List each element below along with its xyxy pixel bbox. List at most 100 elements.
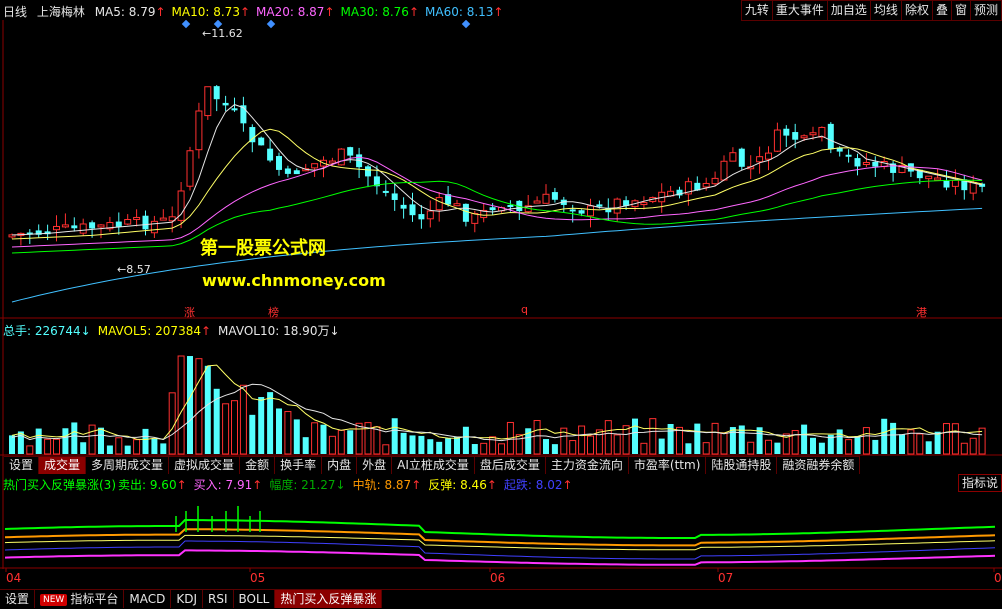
- volume-legend-item-2: MAVOL5: 207384↑: [97, 324, 212, 338]
- volume-bar: [551, 444, 558, 454]
- indicator-tab-5[interactable]: 金额: [240, 457, 276, 474]
- candle: [462, 203, 469, 227]
- volume-legend: 总手: 226744↓ MAVOL5: 207384↑ MAVOL10: 18.90…: [3, 322, 347, 339]
- indicator-tab-10[interactable]: 盘后成交量: [475, 457, 546, 474]
- candle: [337, 148, 345, 166]
- candle: [97, 223, 105, 239]
- volume-bar: [862, 427, 870, 455]
- mavol10-line: [11, 383, 983, 442]
- indicator-tab-2[interactable]: 成交量: [39, 457, 87, 474]
- volume-bar: [694, 423, 701, 454]
- volume-bar: [578, 425, 586, 455]
- stock-name: 上海梅林: [36, 5, 85, 19]
- marker-q[interactable]: q: [521, 303, 528, 316]
- volume-bar: [604, 420, 612, 455]
- candle: [773, 122, 781, 152]
- indicator-legend-item-3: 幅度: 21.27↓: [269, 478, 346, 492]
- volume-bar: [124, 445, 131, 454]
- bottom-tab-4[interactable]: KDJ: [171, 590, 203, 608]
- new-badge: NEW: [40, 593, 68, 606]
- volume-bar: [702, 442, 710, 455]
- volume-bar: [640, 442, 648, 455]
- candle: [533, 196, 541, 204]
- bottom-tab-2[interactable]: NEW 指标平台: [35, 590, 125, 608]
- candle: [756, 146, 764, 174]
- volume-bar: [222, 403, 230, 455]
- indicator-tab-9[interactable]: AI立桩成交量: [392, 457, 475, 474]
- volume-bar: [587, 435, 594, 455]
- toolbar-button-8[interactable]: 预测: [969, 0, 1002, 21]
- volume-bar: [515, 434, 523, 455]
- candle: [676, 186, 683, 199]
- volume-bar: [231, 400, 238, 455]
- volume-bar: [969, 437, 977, 455]
- indicator-legend-item-5: 反弹: 8.46↑: [428, 478, 497, 492]
- volume-bar: [765, 439, 772, 455]
- candle: [133, 209, 141, 227]
- volume-bar: [26, 445, 34, 455]
- indicator-tab-14[interactable]: 融资融券余额: [777, 457, 861, 474]
- chart-canvas[interactable]: 04 05 06 07 0: [0, 20, 1002, 589]
- volume-bar: [347, 430, 354, 454]
- bottom-tab-7[interactable]: 热门买入反弹暴涨: [275, 590, 383, 608]
- volume-bar: [106, 445, 113, 454]
- indicator-tab-4[interactable]: 虚拟成交量: [169, 457, 241, 474]
- volume-bar: [445, 438, 452, 454]
- candle: [480, 203, 488, 223]
- toolbar-button-5[interactable]: 除权: [900, 0, 933, 21]
- bottom-tab-label: RSI: [208, 592, 228, 606]
- indicator-legend-item-4: 中轨: 8.87↑: [352, 478, 422, 492]
- volume-panel: [9, 355, 986, 455]
- indicator-tab-6[interactable]: 换手率: [275, 457, 323, 474]
- toolbar-button-2[interactable]: 重大事件: [771, 0, 828, 21]
- volume-bar: [658, 438, 665, 454]
- volume-bar: [249, 414, 256, 454]
- candle: [61, 213, 69, 229]
- volume-bar: [53, 438, 60, 455]
- volume-bar: [872, 439, 879, 454]
- volume-bar: [622, 425, 630, 455]
- toolbar-button-1[interactable]: 九转: [740, 0, 773, 21]
- bottom-tab-6[interactable]: BOLL: [234, 590, 276, 608]
- signal-diamond-icon[interactable]: [461, 20, 471, 29]
- volume-bar: [613, 434, 621, 455]
- volume-bar: [960, 442, 968, 455]
- indicator-tab-7[interactable]: 内盘: [322, 457, 358, 474]
- bottom-tab-3[interactable]: MACD: [124, 590, 172, 608]
- volume-bar: [328, 435, 336, 455]
- bottom-tab-5[interactable]: RSI: [203, 590, 234, 608]
- candle: [862, 153, 870, 168]
- marker-zhang[interactable]: 涨: [184, 304, 195, 320]
- toolbar-button-3[interactable]: 加自选: [826, 0, 871, 21]
- indicator-tab-1[interactable]: 设置: [4, 457, 40, 474]
- candle: [400, 197, 407, 219]
- marker-bang[interactable]: 榜: [268, 304, 279, 320]
- candle: [729, 147, 737, 162]
- marker-gang[interactable]: 港: [916, 304, 927, 320]
- volume-bar: [454, 436, 460, 454]
- candle: [71, 217, 78, 232]
- volume-bar: [133, 439, 141, 455]
- volume-bar: [276, 408, 282, 454]
- volume-bar: [818, 442, 825, 454]
- period-label[interactable]: 日线: [3, 5, 27, 19]
- indicator-help-button[interactable]: 指标说: [957, 474, 1002, 492]
- signal-diamond-icon[interactable]: [266, 20, 276, 29]
- signal-diamond-icon[interactable]: [181, 20, 191, 29]
- indicator-tab-12[interactable]: 市盈率(ttm): [629, 457, 707, 474]
- high-price-label: ←11.62: [202, 27, 243, 40]
- indicator-legend-item-2: 买入: 7.91↑: [193, 478, 263, 492]
- indicator-tab-13[interactable]: 陆股通持股: [706, 457, 778, 474]
- volume-bar: [293, 419, 300, 454]
- bottom-tab-1[interactable]: 设置: [0, 590, 36, 608]
- candle: [738, 147, 745, 171]
- candle: [8, 233, 16, 239]
- indicator-tab-3[interactable]: 多周期成交量: [86, 457, 170, 474]
- volume-bar: [934, 431, 941, 454]
- volume-bar: [676, 426, 683, 455]
- toolbar-button-6[interactable]: 叠: [931, 0, 952, 21]
- indicator-tab-8[interactable]: 外盘: [357, 457, 393, 474]
- toolbar-button-7[interactable]: 窗: [950, 0, 971, 21]
- toolbar-button-4[interactable]: 均线: [869, 0, 902, 21]
- indicator-tab-11[interactable]: 主力资金流向: [546, 457, 629, 474]
